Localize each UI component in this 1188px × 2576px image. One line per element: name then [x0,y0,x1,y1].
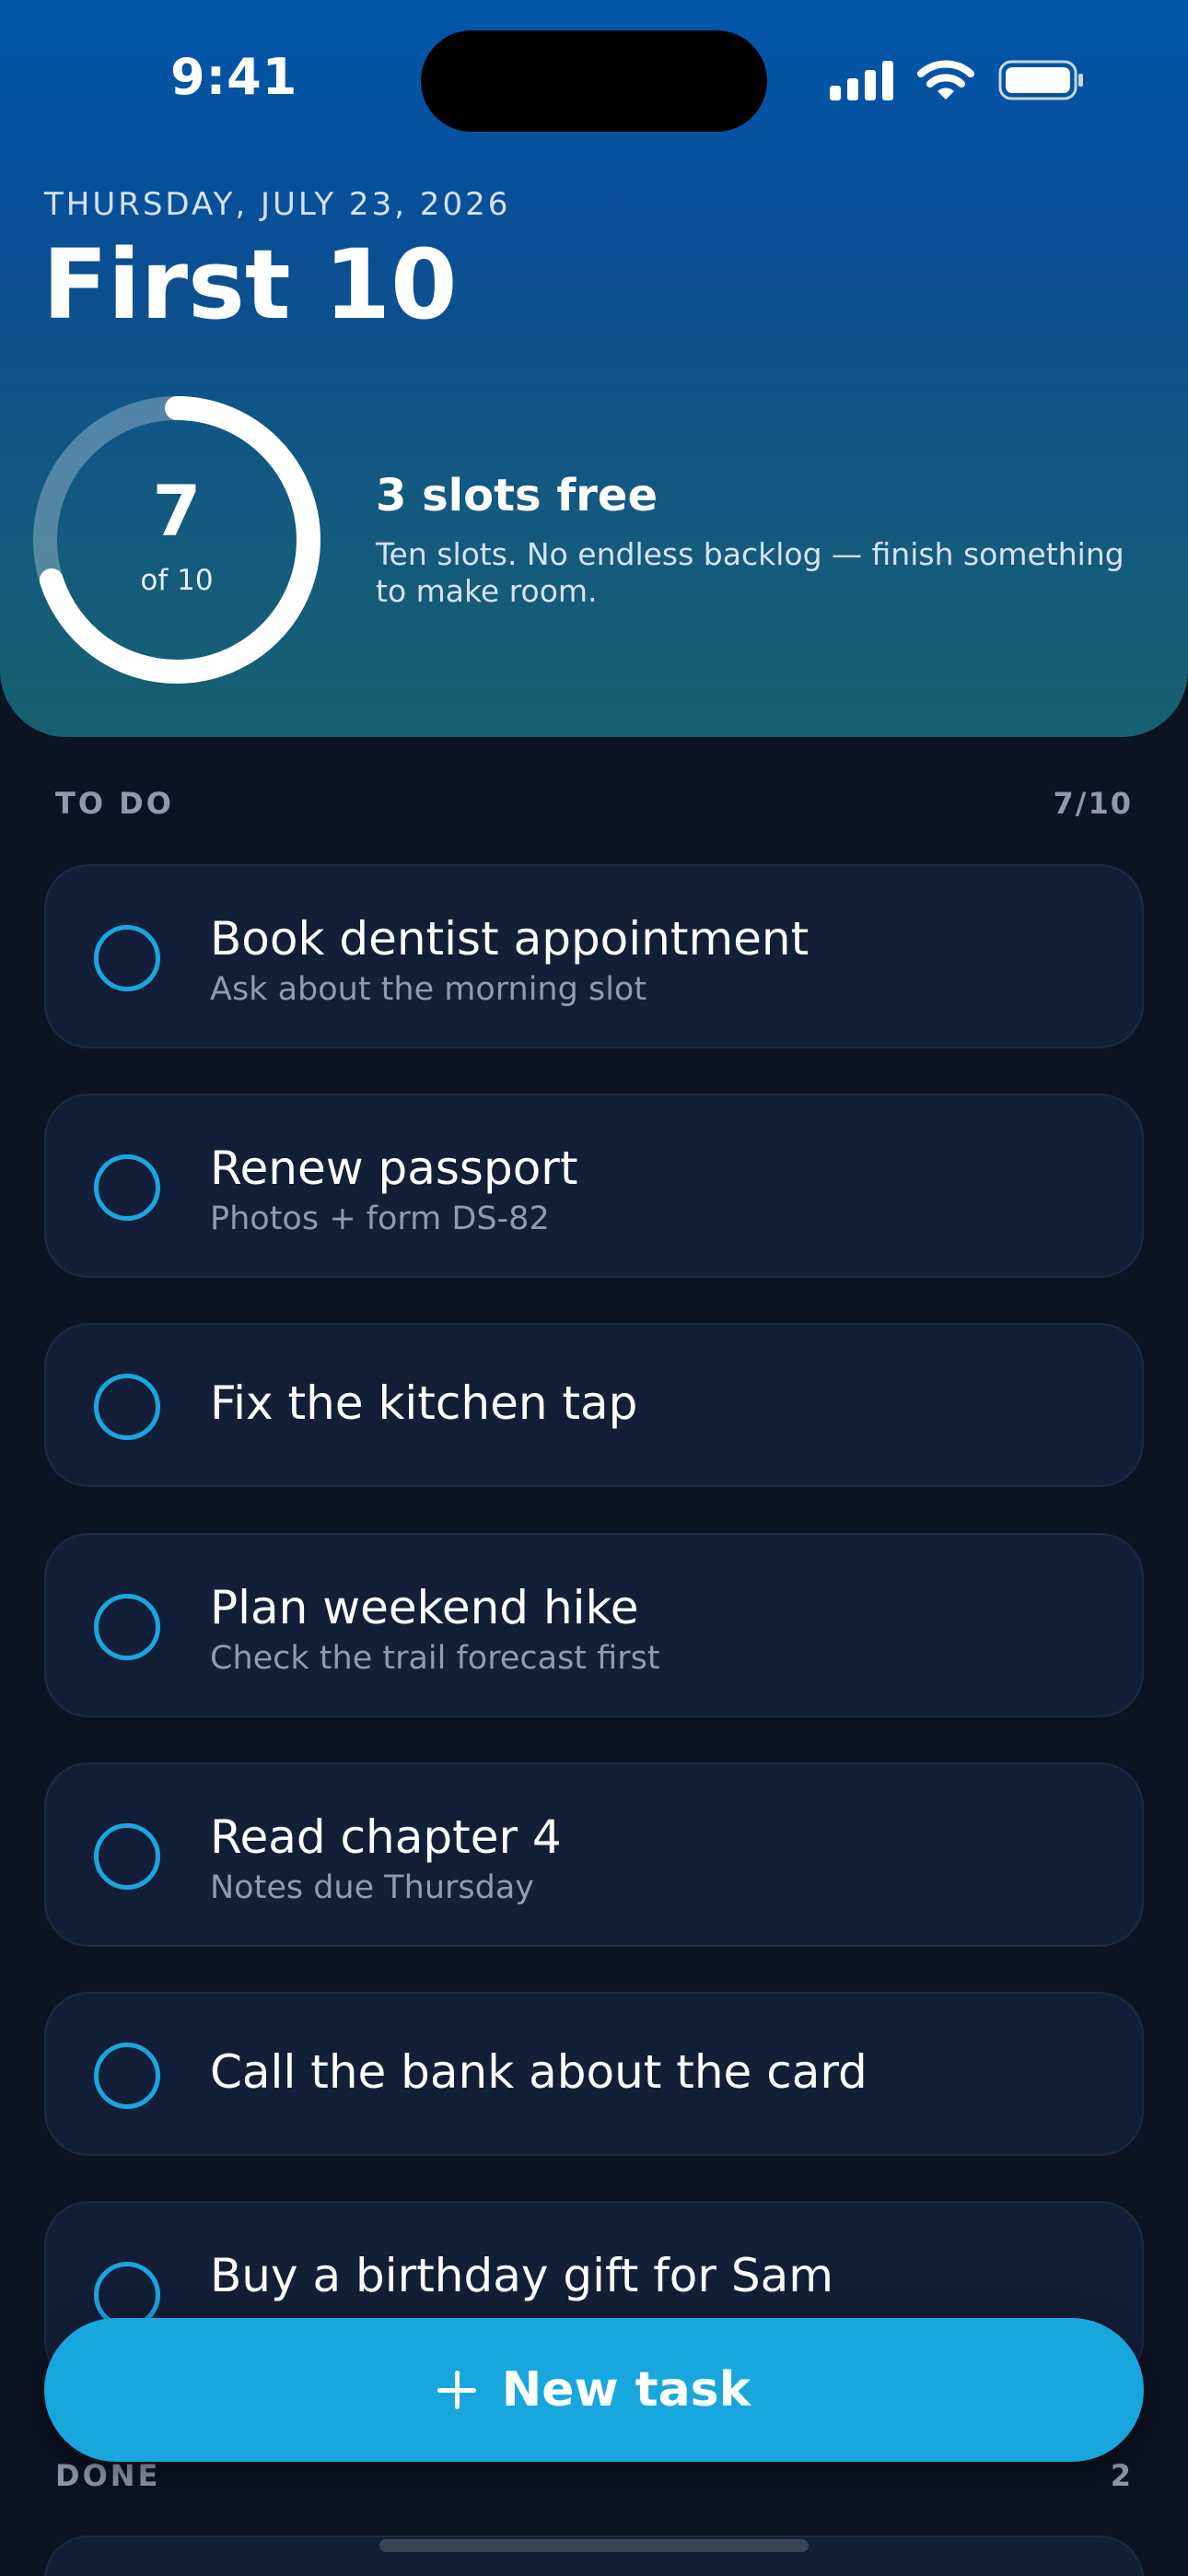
slots-description: Ten slots. No endless backlog — finish s… [376,536,1124,609]
task-note: Notes due Thursday [210,1869,535,1906]
new-task-button[interactable]: New task [44,2318,1144,2462]
slots-free-title: 3 slots free [376,470,658,521]
task-checkbox[interactable] [94,1823,160,1890]
task-title: Call the bank about the card [210,2045,868,2099]
task-checkbox[interactable] [94,1154,160,1221]
task-title: Buy a birthday gift for Sam [210,2249,833,2302]
done-count: 2 [1110,2458,1133,2493]
home-indicator[interactable] [379,2539,809,2552]
plus-icon [437,2371,476,2409]
task-card[interactable]: Book dentist appointment Ask about the m… [44,864,1144,1048]
task-title: Book dentist appointment [210,912,809,966]
task-note: Photos + form DS-82 [210,1200,550,1237]
task-card[interactable]: Read chapter 4 Notes due Thursday [44,1762,1144,1947]
new-task-label: New task [501,2362,751,2418]
status-bar: 9:41 [0,0,1188,138]
progress-ring: 7 of 10 [30,393,323,686]
cellular-signal-icon [830,60,893,100]
task-title: Fix the kitchen tap [210,1376,638,1430]
task-title: Renew passport [210,1142,578,1195]
status-time: 9:41 [170,48,298,106]
header: 9:41 THURSDAY, JULY 23, 2026 First 10 7 … [0,0,1188,737]
todo-section-header: TO DO 7/10 [55,786,1133,821]
task-checkbox[interactable] [94,1374,160,1440]
progress-total: of 10 [140,564,214,597]
dynamic-island [421,30,767,132]
todo-count: 7/10 [1053,786,1133,821]
progress-count: 7 [152,470,202,552]
done-label: DONE [55,2458,161,2493]
todo-label: TO DO [55,786,174,821]
status-icons [830,57,1085,103]
task-note: Check the trail forecast first [210,1640,660,1677]
task-checkbox[interactable] [94,925,160,991]
task-card[interactable]: Renew passport Photos + form DS-82 [44,1094,1144,1278]
task-checkbox[interactable] [94,2043,160,2109]
wifi-icon [917,59,974,101]
task-note: Ask about the morning slot [210,971,647,1008]
task-title: Plan weekend hike [210,1581,639,1634]
date-label: THURSDAY, JULY 23, 2026 [44,186,511,223]
page-title: First 10 [42,228,458,341]
task-checkbox[interactable] [94,1594,160,1660]
battery-icon [998,60,1085,100]
app-screen: 9:41 THURSDAY, JULY 23, 2026 First 10 7 … [0,0,1188,2576]
task-title: Read chapter 4 [210,1810,562,1864]
task-card[interactable]: Plan weekend hike Check the trail foreca… [44,1533,1144,1717]
task-card[interactable]: Call the bank about the card [44,1992,1144,2156]
done-section-header: DONE 2 [55,2458,1133,2493]
task-card[interactable]: Fix the kitchen tap [44,1323,1144,1487]
